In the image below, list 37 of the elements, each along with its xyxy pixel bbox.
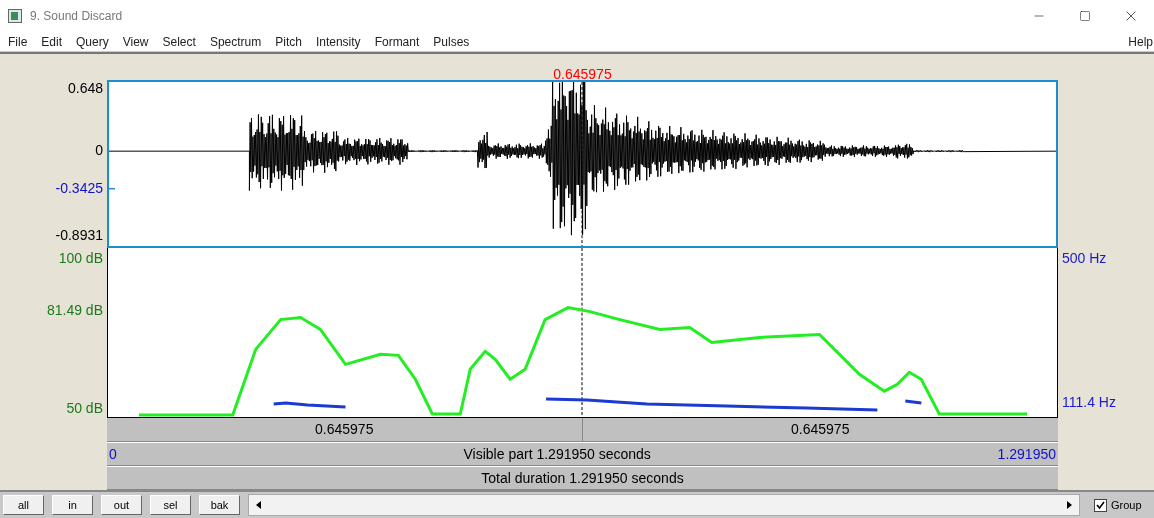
amplitude-label: 0.648	[67, 78, 103, 98]
menu-item[interactable]: View	[122, 32, 149, 51]
total-duration-label: Total duration 1.291950 seconds	[481, 468, 684, 488]
amplitude-label: -0.3425	[55, 178, 103, 198]
menu-item[interactable]: Spectrum	[209, 32, 262, 51]
intensity-label: 81.49 dB	[46, 300, 103, 320]
cursor-time: 0.645975	[553, 67, 612, 81]
visible-start-time: 0	[109, 444, 117, 464]
zoom-button[interactable]: bak	[199, 495, 240, 515]
zoom-button[interactable]: out	[101, 495, 142, 515]
menu-item[interactable]: File	[8, 32, 28, 51]
menu-item[interactable]: Select	[162, 32, 196, 51]
intensity-label: 50 dB	[66, 398, 103, 418]
app-icon	[8, 9, 22, 23]
horizontal-scrollbar[interactable]	[248, 494, 1080, 516]
group-label: Group	[1111, 497, 1142, 513]
menu-item[interactable]: Query	[76, 32, 109, 51]
zoom-button[interactable]: all	[3, 495, 44, 515]
visible-end-time: 1.291950	[997, 444, 1056, 464]
selection-time: 0.645975	[315, 420, 374, 439]
zoom-button[interactable]: sel	[150, 495, 191, 515]
menu-item[interactable]: Intensity	[315, 32, 361, 51]
group-checkbox[interactable]	[1094, 498, 1107, 512]
menu-item[interactable]: Help	[1128, 32, 1153, 51]
menu-item[interactable]: Formant	[374, 32, 420, 51]
menu-item[interactable]: Pitch	[275, 32, 302, 51]
window-title: 9. Sound Discard	[30, 8, 123, 25]
visible-part-label: Visible part 1.291950 seconds	[463, 444, 651, 464]
selection-time: 0.645975	[791, 420, 850, 439]
menu-item[interactable]: Edit	[41, 32, 63, 51]
menu-item[interactable]: Pulses	[433, 32, 470, 51]
pitch-label: 111.4 Hz	[1062, 392, 1116, 412]
pitch-label: 500 Hz	[1062, 248, 1107, 268]
amplitude-label: -0.8931	[55, 225, 103, 245]
zoom-button[interactable]: in	[52, 495, 93, 515]
amplitude-label: 0	[95, 140, 103, 160]
intensity-label: 100 dB	[58, 248, 103, 268]
